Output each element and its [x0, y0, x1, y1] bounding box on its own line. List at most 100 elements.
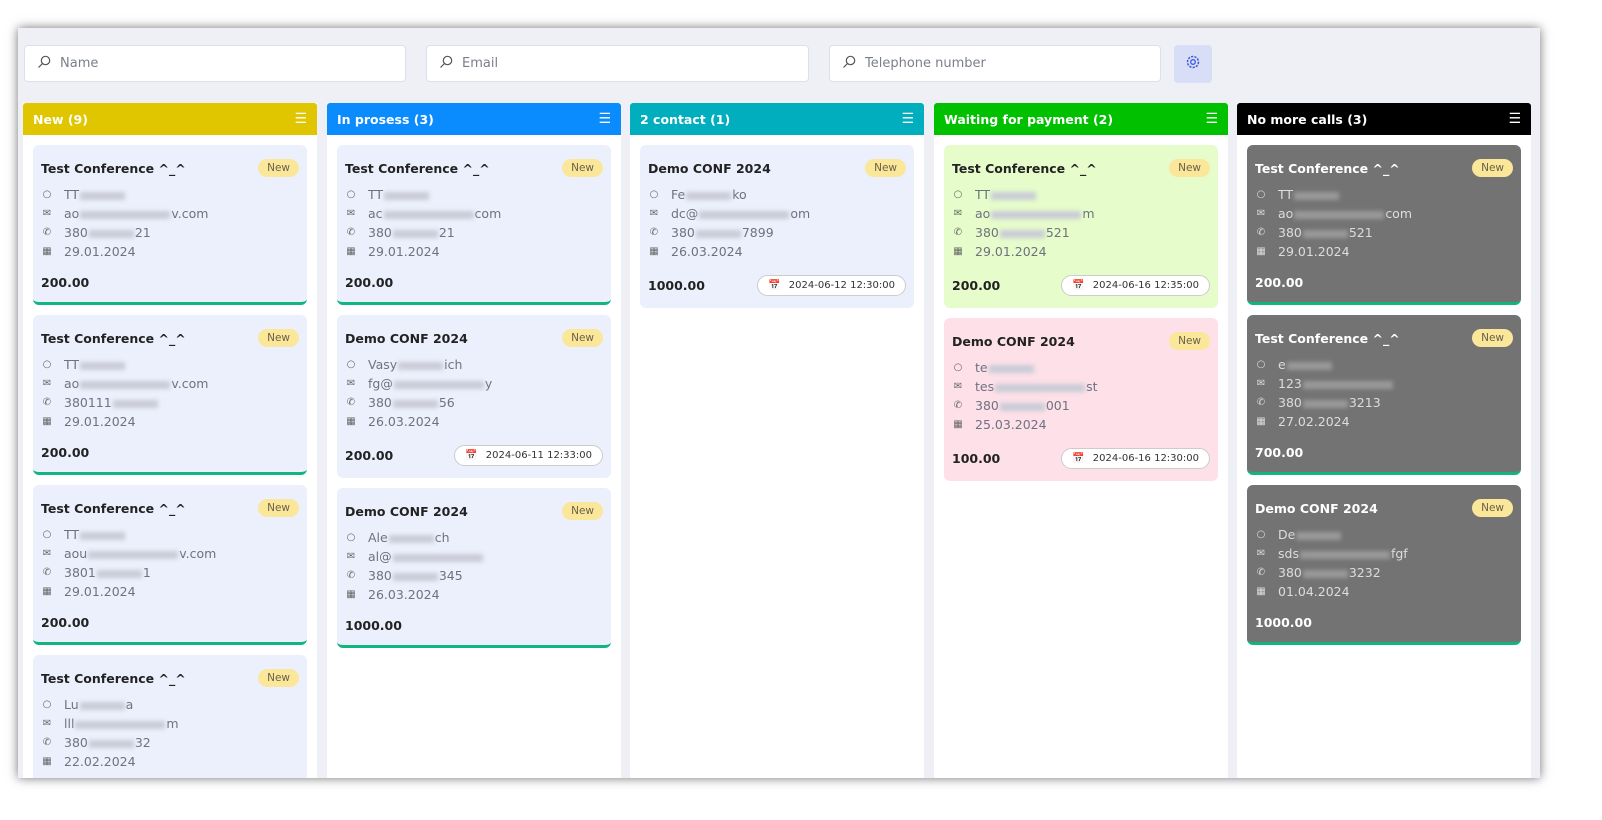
phone-icon: ✆: [346, 397, 356, 408]
mail-icon: ✉: [1256, 548, 1266, 559]
menu-icon[interactable]: ☰: [1508, 111, 1521, 127]
menu-icon[interactable]: ☰: [598, 111, 611, 127]
date-value: 25.03.2024: [975, 417, 1047, 432]
deal-card[interactable]: Test Conference ^_^ New ○ TT ✉ ao v.com ✆ 380111…: [33, 315, 307, 475]
phone-visible-start: 380: [1278, 225, 1302, 240]
menu-icon[interactable]: ☰: [294, 111, 307, 127]
card-name: ○ e: [1255, 355, 1513, 374]
reminder-pill[interactable]: 📅 2024-06-12 12:30:00: [757, 275, 906, 296]
user-icon: ○: [649, 189, 659, 200]
card-email: ✉ ao com: [1255, 204, 1513, 223]
name-visible-start: De: [1278, 527, 1296, 542]
mail-icon: ✉: [1256, 208, 1266, 219]
deal-card[interactable]: Demo CONF 2024 New ○ Fe ko ✉ dc@ om ✆ 380 7899 ▦ 26.…: [640, 145, 914, 308]
email-visible-end: m: [166, 716, 179, 731]
reminder-pill[interactable]: 📅 2024-06-11 12:33:00: [454, 445, 603, 466]
amount: 1000.00: [648, 278, 705, 293]
redacted-text: [88, 739, 134, 748]
card-title: Test Conference ^_^: [952, 160, 1097, 176]
deal-card[interactable]: Test Conference ^_^ New ○ e ✉ 123 ✆ 380 3213 ▦ 27.…: [1247, 315, 1521, 475]
redacted-text: [75, 720, 166, 729]
column-title: Waiting for payment (2): [944, 111, 1114, 127]
card-date: ▦ 25.03.2024: [952, 415, 1210, 434]
reminder-pill[interactable]: 📅 2024-06-16 12:35:00: [1061, 275, 1210, 296]
email-input[interactable]: [462, 56, 776, 71]
redacted-text: [1302, 569, 1348, 578]
card-email: ✉ dc@ om: [648, 204, 906, 223]
phone-input[interactable]: [865, 56, 1136, 71]
deal-card[interactable]: Test Conference ^_^ New ○ TT ✉ ao m ✆ 380 521 ▦ 29.…: [944, 145, 1218, 308]
settings-button[interactable]: [1174, 45, 1212, 83]
card-email: ✉ ao v.com: [41, 374, 299, 393]
phone-visible-end: 1: [142, 565, 151, 580]
calendar-clock-icon: 📅: [768, 280, 781, 291]
redacted-text: [1294, 191, 1340, 200]
menu-icon[interactable]: ☰: [1205, 111, 1218, 127]
card-name: ○ TT: [952, 185, 1210, 204]
email-search[interactable]: [426, 45, 809, 82]
deal-card[interactable]: Demo CONF 2024 New ○ De ✉ sds fgf ✆ 380 3232 ▦ 01.0…: [1247, 485, 1521, 645]
deal-card[interactable]: Test Conference ^_^ New ○ TT ✉ ao v.com ✆ 380 21 ▦…: [33, 145, 307, 305]
redacted-text: [1286, 361, 1332, 370]
email-visible-start: 123: [1278, 376, 1302, 391]
date-value: 26.03.2024: [368, 587, 440, 602]
email-visible-start: dc@: [671, 206, 699, 221]
card-title: Demo CONF 2024: [345, 330, 468, 346]
deal-card[interactable]: Demo CONF 2024 New ○ te ✉ tes st ✆ 380 001 ▦ 25.03.…: [944, 318, 1218, 481]
reminder-datetime: 2024-06-12 12:30:00: [788, 280, 895, 291]
date-value: 29.01.2024: [64, 414, 136, 429]
deal-card[interactable]: Test Conference ^_^ New ○ TT ✉ ao com ✆ 380 521 ▦ 2…: [1247, 145, 1521, 305]
calendar-icon: ▦: [649, 246, 659, 257]
card-email: ✉ lll m: [41, 714, 299, 733]
phone-search[interactable]: [829, 45, 1161, 82]
card-name: ○ Lu a: [41, 695, 299, 714]
phone-visible-start: 380: [368, 395, 392, 410]
status-badge: New: [258, 499, 299, 517]
name-search[interactable]: [24, 45, 406, 82]
phone-icon: ✆: [1256, 567, 1266, 578]
card-phone: ✆ 380 7899: [648, 223, 906, 242]
name-visible-start: Lu: [64, 697, 79, 712]
card-name: ○ Ale ch: [345, 528, 603, 547]
date-value: 27.02.2024: [1278, 414, 1350, 429]
card-name: ○ TT: [41, 355, 299, 374]
email-visible-end: v.com: [171, 206, 209, 221]
redacted-text: [699, 210, 790, 219]
menu-icon[interactable]: ☰: [901, 111, 914, 127]
card-name: ○ TT: [41, 185, 299, 204]
status-badge: New: [1169, 332, 1210, 350]
name-visible-start: Vasy: [368, 357, 398, 372]
card-date: ▦ 29.01.2024: [1255, 242, 1513, 261]
name-visible-end: ko: [732, 187, 747, 202]
card-email: ✉ al@: [345, 547, 603, 566]
mail-icon: ✉: [953, 381, 963, 392]
column: 2 contact (1) ☰ Demo CONF 2024 New ○ Fe ko ✉ dc…: [630, 103, 924, 778]
deal-card[interactable]: Test Conference ^_^ New ○ Lu a ✉ lll m ✆ 380 32 ▦ 22…: [33, 655, 307, 778]
status-badge: New: [1472, 329, 1513, 347]
card-email: ✉ ao m: [952, 204, 1210, 223]
user-icon: ○: [42, 359, 52, 370]
calendar-icon: ▦: [346, 589, 356, 600]
redacted-text: [79, 701, 125, 710]
redacted-text: [88, 550, 179, 559]
card-name: ○ Vasy ich: [345, 355, 603, 374]
user-icon: ○: [1256, 529, 1266, 540]
card-date: ▦ 26.03.2024: [345, 585, 603, 604]
deal-card[interactable]: Demo CONF 2024 New ○ Vasy ich ✉ fg@ y ✆ 380 56 ▦ 26.…: [337, 315, 611, 478]
mail-icon: ✉: [42, 208, 52, 219]
reminder-pill[interactable]: 📅 2024-06-16 12:30:00: [1061, 448, 1210, 469]
redacted-text: [384, 191, 430, 200]
calendar-icon: ▦: [1256, 586, 1266, 597]
deal-card[interactable]: Demo CONF 2024 New ○ Ale ch ✉ al@ ✆ 380 345 ▦ 26.03…: [337, 488, 611, 648]
phone-icon: ✆: [42, 737, 52, 748]
card-phone: ✆ 3801 1: [41, 563, 299, 582]
phone-visible-end: 21: [438, 225, 455, 240]
redacted-text: [392, 553, 483, 562]
email-visible-start: aou: [64, 546, 88, 561]
card-name: ○ Fe ko: [648, 185, 906, 204]
name-input[interactable]: [60, 56, 373, 71]
email-visible-end: st: [1086, 379, 1098, 394]
deal-card[interactable]: Test Conference ^_^ New ○ TT ✉ ac com ✆ 380 21 ▦ 29…: [337, 145, 611, 305]
deal-card[interactable]: Test Conference ^_^ New ○ TT ✉ aou v.com ✆ 3801 1…: [33, 485, 307, 645]
card-date: ▦ 29.01.2024: [41, 412, 299, 431]
